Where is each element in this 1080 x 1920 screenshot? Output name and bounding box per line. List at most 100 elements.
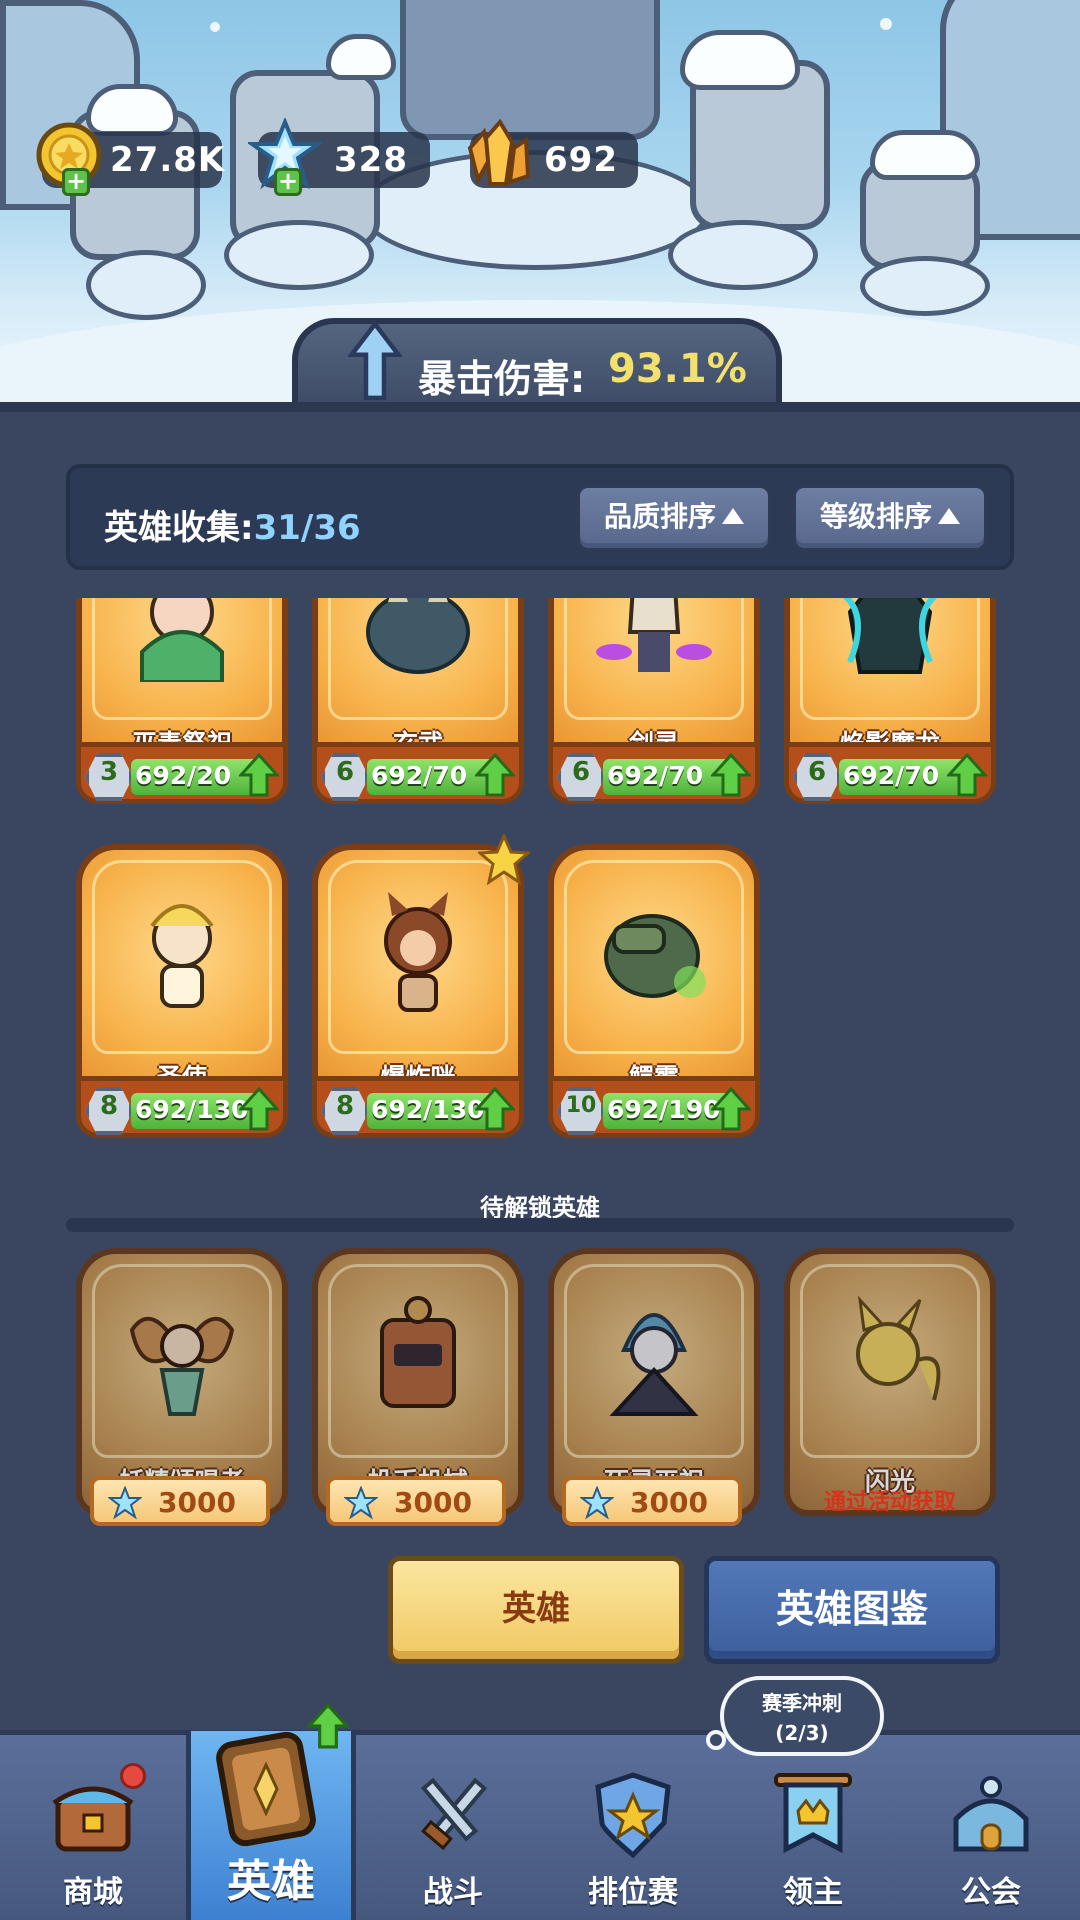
ice-crystal-icon: [344, 1486, 378, 1520]
guild-hall-icon: [953, 1776, 1029, 1852]
gold-crystal-counter[interactable]: 692: [467, 118, 638, 188]
hero-card[interactable]: 爆炸咪 8 692/130: [312, 834, 530, 1144]
unlock-cost: 3000: [158, 1486, 236, 1519]
crossed-swords-icon: [420, 1777, 488, 1851]
gold-crystal-icon: [467, 118, 531, 186]
gold-coin-counter[interactable]: + 27.8K: [36, 122, 226, 196]
lord-banner-icon: [774, 1773, 852, 1854]
unlock-cost-button[interactable]: 3000: [562, 1476, 742, 1526]
hero-card[interactable]: 圣使 8 692/130: [76, 844, 288, 1144]
hero-card[interactable]: 玄武 6 692/70: [312, 598, 524, 810]
star-badge-icon: [478, 834, 530, 886]
hero-level-bar: 6 692/70: [548, 742, 760, 804]
panel-top-edge: [0, 402, 1080, 412]
collection-count: 31/36: [253, 508, 361, 548]
shard-progress-text: 692/20: [135, 761, 232, 790]
nav-shop[interactable]: 商城: [8, 1735, 178, 1920]
upgrade-arrow-icon[interactable]: [239, 753, 279, 797]
ice-crystal-counter[interactable]: + 328: [248, 118, 430, 196]
section-divider: [66, 1218, 1014, 1232]
sword-spirit-portrait: [596, 598, 712, 672]
hero-level-bar: 6 692/70: [312, 742, 524, 804]
locked-hero-card[interactable]: 妖精颂唱者 3000: [76, 1248, 288, 1528]
nav-label: 商城: [63, 1875, 123, 1910]
upgrade-arrow-icon[interactable]: [475, 1087, 515, 1131]
season-sprint-progress: (2/3): [775, 1721, 829, 1745]
sort-by-quality-button[interactable]: 品质排序: [576, 484, 772, 552]
hero-level-bar: 8 692/130: [76, 1076, 288, 1138]
crit-damage-label: 暴击伤害:: [418, 357, 586, 401]
sort-ascending-icon: [722, 508, 744, 524]
xuanwu-portrait: [366, 598, 470, 674]
shard-progress-text: 692/70: [607, 761, 704, 790]
sort-level-label: 等级排序: [819, 500, 932, 533]
hero-collection-bar: 英雄收集:31/36 品质排序 等级排序: [66, 464, 1014, 570]
ice-crystal-icon: [108, 1486, 142, 1520]
nav-label: 领主: [783, 1875, 843, 1910]
sort-by-level-button[interactable]: 等级排序: [792, 484, 988, 552]
fairy-singer-portrait: [129, 1316, 235, 1416]
hero-tab-button[interactable]: 英雄: [388, 1556, 684, 1664]
add-crystal-button[interactable]: +: [274, 168, 302, 196]
unlock-cost: 3000: [394, 1486, 472, 1519]
nav-ranked[interactable]: 排位赛: [548, 1735, 718, 1920]
hero-level-bar: 8 692/130: [312, 1076, 524, 1138]
upgrade-available-icon: [307, 1703, 349, 1749]
holy-envoy-portrait: [150, 904, 214, 1008]
hero-level: 8: [335, 1091, 355, 1121]
crit-damage-value: 93.1%: [608, 346, 747, 392]
season-sprint-bubble[interactable]: 赛季冲刺 (2/3): [720, 1676, 884, 1756]
hero-level: 3: [99, 757, 119, 787]
upgrade-arrow-icon[interactable]: [711, 1087, 751, 1131]
hero-level-bar: 10 692/190: [548, 1076, 760, 1138]
shard-progress-text: 692/70: [843, 761, 940, 790]
voodoo-priest-portrait: [140, 598, 224, 682]
shard-progress-text: 692/130: [135, 1095, 249, 1124]
croc-boss-portrait: [604, 914, 706, 998]
bottom-nav: 商城 英雄 战斗 排位赛 领主 公会: [0, 1703, 1080, 1920]
nav-label: 战斗: [423, 1875, 483, 1910]
gold-crystal-amount: 692: [544, 140, 618, 180]
upgrade-arrow-icon[interactable]: [239, 1087, 279, 1131]
shadow-flame-dragon-portrait: [842, 598, 938, 674]
hero-card[interactable]: 剑灵 6 692/70: [548, 598, 760, 810]
nav-hero[interactable]: 英雄: [186, 1703, 356, 1920]
unlock-cost-button[interactable]: 3000: [90, 1476, 270, 1526]
collection-label: 英雄收集:31/36: [104, 508, 361, 548]
sort-quality-label: 品质排序: [603, 500, 716, 533]
nav-label: 排位赛: [588, 1875, 678, 1910]
shard-progress-text: 692/70: [371, 761, 468, 790]
event-unlock-note: 通过活动获取: [823, 1490, 956, 1515]
coin-machine-portrait: [380, 1296, 456, 1408]
locked-hero-card[interactable]: 投币机械 3000: [312, 1248, 524, 1528]
locked-hero-card[interactable]: 闪光 通过活动获取: [784, 1248, 996, 1528]
hero-card[interactable]: 鳄霸 10 692/190: [548, 844, 760, 1144]
hero-card[interactable]: 焰影魔龙 6 692/70: [784, 598, 996, 810]
add-gold-button[interactable]: +: [62, 168, 90, 196]
sort-ascending-icon: [938, 508, 960, 524]
upgrade-arrow-icon[interactable]: [711, 753, 751, 797]
hero-codex-button[interactable]: 英雄图鉴: [704, 1556, 1000, 1664]
notification-dot: [120, 1763, 146, 1789]
shard-progress-text: 692/190: [607, 1095, 721, 1124]
upgrade-arrow-icon[interactable]: [475, 753, 515, 797]
locked-hero-card[interactable]: 死灵巫祝 3000: [548, 1248, 760, 1528]
hero-card[interactable]: 巫毒祭祀 3 692/20: [76, 598, 288, 810]
ice-crystal-icon: [580, 1486, 614, 1520]
hero-level-bar: 3 692/20: [76, 742, 288, 804]
crystal-amount: 328: [334, 140, 408, 180]
hero-level: 10: [565, 1093, 597, 1118]
unlock-cost: 3000: [630, 1486, 708, 1519]
upgrade-arrow-icon[interactable]: [947, 753, 987, 797]
nav-battle[interactable]: 战斗: [368, 1735, 538, 1920]
hero-level-bar: 6 692/70: [784, 742, 996, 804]
nav-lord[interactable]: 领主: [728, 1735, 898, 1920]
unlock-cost-button[interactable]: 3000: [326, 1476, 506, 1526]
gold-amount: 27.8K: [110, 140, 226, 180]
rank-shield-icon: [595, 1772, 671, 1859]
hero-level: 6: [807, 757, 827, 787]
nav-label: 英雄: [227, 1856, 315, 1907]
hero-grid[interactable]: 巫毒祭祀 3 692/20 玄武 6 692/70 剑灵 6 692/70: [66, 598, 1014, 1528]
shard-progress-text: 692/130: [371, 1095, 485, 1124]
nav-guild[interactable]: 公会: [906, 1735, 1076, 1920]
